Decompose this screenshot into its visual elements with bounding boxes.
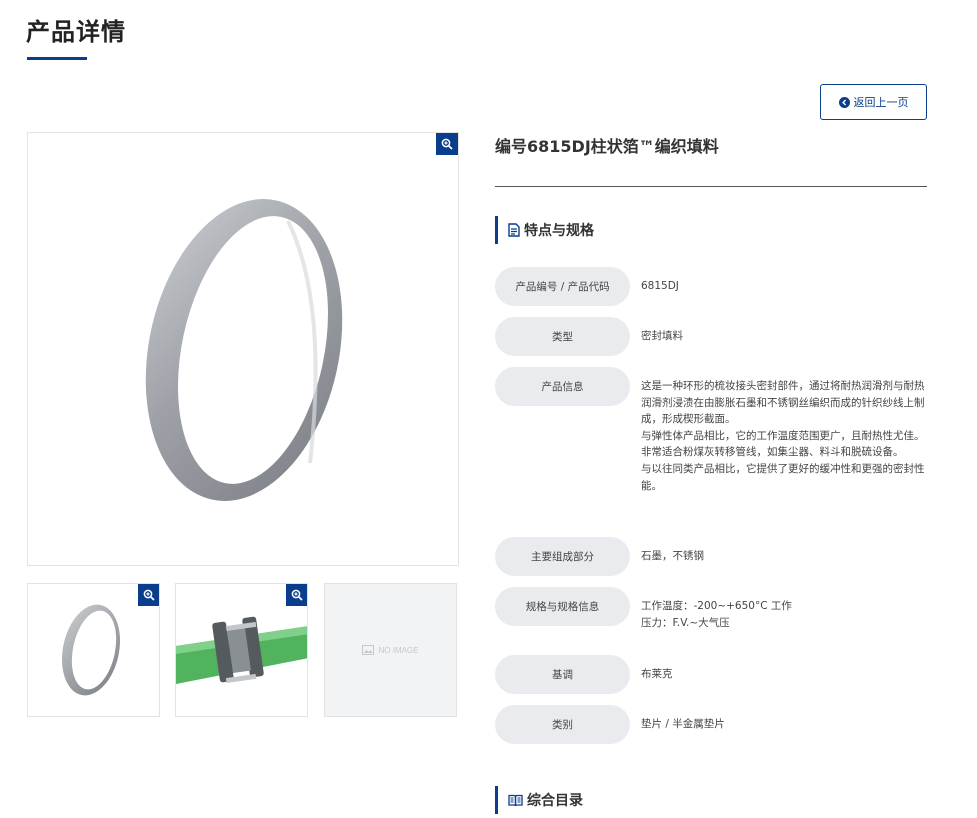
spec-row-composition: 主要组成部分 石墨，不锈钢 <box>495 537 927 576</box>
zoom-button[interactable] <box>436 133 458 155</box>
title-underline <box>27 57 87 60</box>
spec-row-product-code: 产品编号 / 产品代码 6815DJ <box>495 267 927 306</box>
specs-section-title: 特点与规格 <box>524 223 594 239</box>
divider <box>495 186 927 187</box>
spec-label: 产品信息 <box>495 367 630 406</box>
no-image-label: NO IMAGE <box>378 645 419 655</box>
specs-section-heading: 特点与规格 <box>495 216 594 244</box>
spec-label: 规格与规格信息 <box>495 587 630 626</box>
spec-label: 产品编号 / 产品代码 <box>495 267 630 306</box>
thumbnail-no-image[interactable]: NO IMAGE <box>324 583 457 717</box>
spec-row-specification: 规格与规格信息 工作温度：-200~+650°C 工作 压力：F.V.~大气压 <box>495 587 927 631</box>
catalog-section-title: 综合目录 <box>527 793 583 809</box>
spec-value: 这是一种环形的梳妆接头密封部件，通过将耐热润滑剂与耐热润滑剂浸渍在由膨胀石墨和不… <box>641 380 925 492</box>
spec-value: 6815DJ <box>641 280 679 292</box>
thumbnail-ring[interactable] <box>27 583 160 717</box>
catalog-section-heading: 综合目录 <box>495 786 583 814</box>
spec-label: 基调 <box>495 655 630 694</box>
thumbnail-pipe-joint[interactable] <box>175 583 308 717</box>
book-icon <box>508 794 523 806</box>
image-icon <box>362 645 375 655</box>
spec-label: 类别 <box>495 705 630 744</box>
spec-value: 工作温度：-200~+650°C 工作 压力：F.V.~大气压 <box>641 600 792 629</box>
zoom-button[interactable] <box>286 584 307 606</box>
main-product-image[interactable] <box>27 132 459 566</box>
zoom-button[interactable] <box>138 584 159 606</box>
zoom-in-icon <box>143 589 155 601</box>
spec-row-product-info: 产品信息 这是一种环形的梳妆接头密封部件，通过将耐热润滑剂与耐热润滑剂浸渍在由膨… <box>495 367 927 494</box>
document-icon <box>508 223 520 237</box>
spec-value: 石墨，不锈钢 <box>641 550 704 562</box>
zoom-in-icon <box>441 138 453 150</box>
back-button-label: 返回上一页 <box>853 96 909 109</box>
spec-value: 密封填料 <box>641 330 683 342</box>
product-name: 编号6815DJ柱状箔™编织填料 <box>495 137 719 156</box>
zoom-in-icon <box>291 589 303 601</box>
back-button[interactable]: 返回上一页 <box>820 84 927 120</box>
spec-value: 垫片 / 半金属垫片 <box>641 718 725 730</box>
spec-row-type: 类型 密封填料 <box>495 317 927 356</box>
page-title: 产品详情 <box>26 18 126 46</box>
arrow-left-circle-icon <box>838 96 850 108</box>
spec-row-color: 基调 布莱克 <box>495 655 927 694</box>
gasket-ring-image <box>145 199 343 501</box>
spec-label: 主要组成部分 <box>495 537 630 576</box>
spec-row-category: 类别 垫片 / 半金属垫片 <box>495 705 927 744</box>
spec-label: 类型 <box>495 317 630 356</box>
spec-value: 布莱克 <box>641 668 673 680</box>
